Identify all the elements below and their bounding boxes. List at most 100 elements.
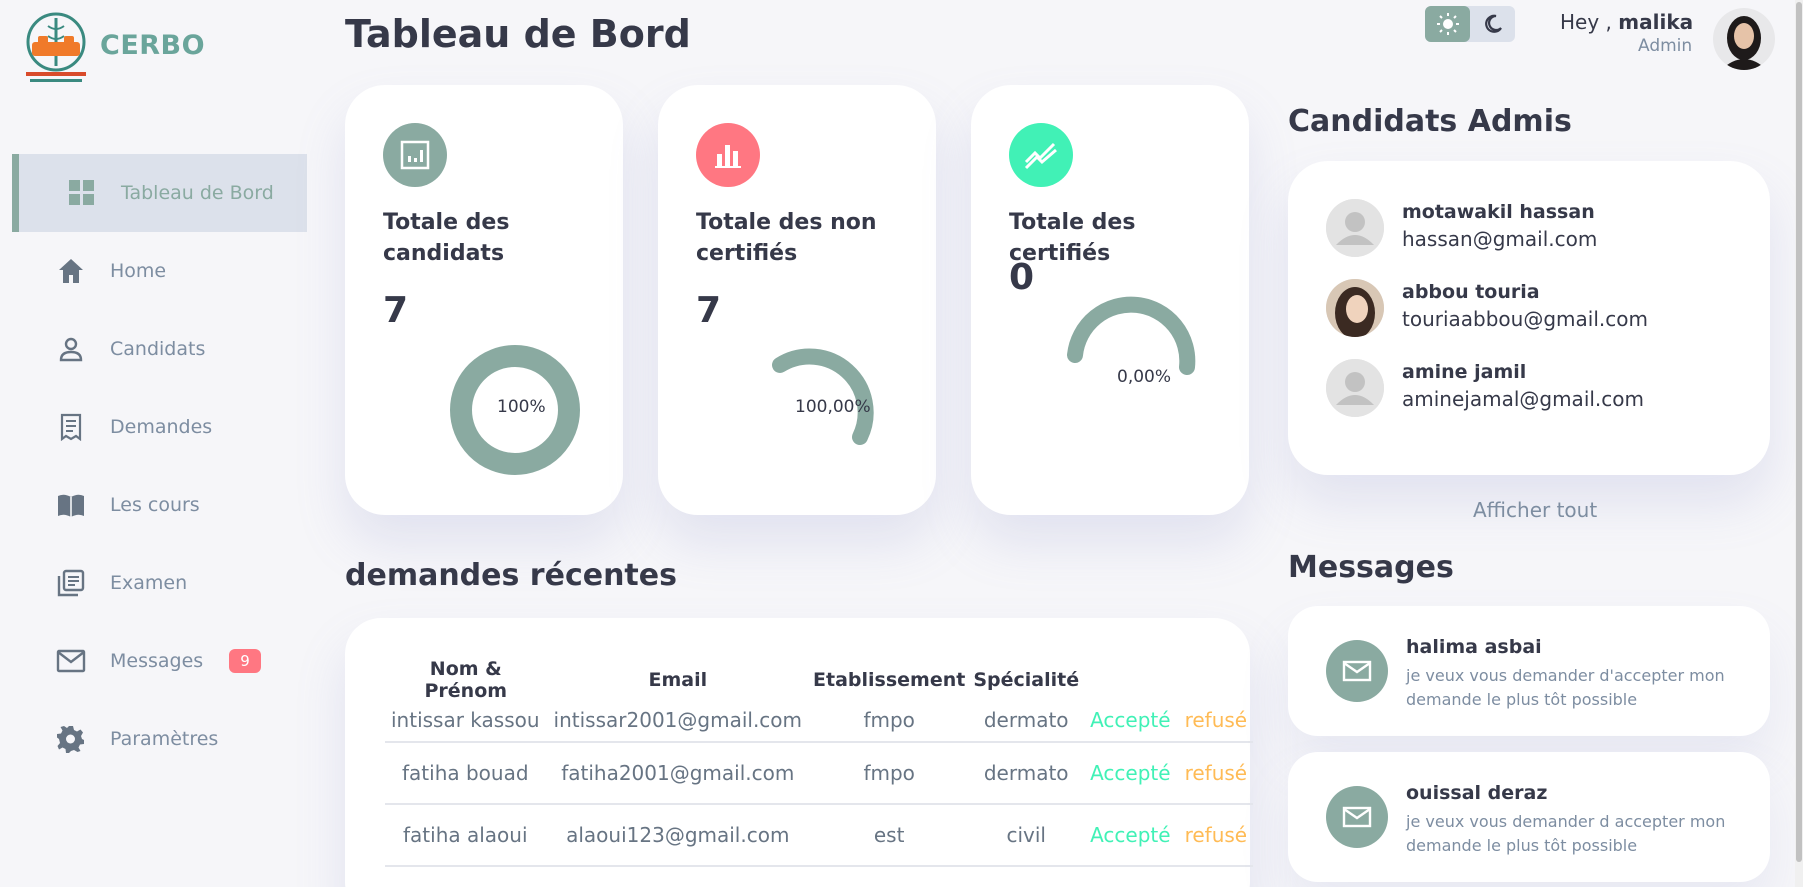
list-icon [56,568,86,598]
progress-label: 100,00% [795,397,871,417]
avatar [1326,359,1384,417]
progress-label: 0,00% [1117,367,1172,387]
column-header: Nom & Prénom [424,658,508,702]
stat-card-non-certifies: Totale des non certifiés 7 100,00% [658,85,936,515]
refuse-link[interactable]: refusé [1177,804,1254,867]
card-value: 0 [1009,257,1035,298]
list-item[interactable]: amine jamil aminejamal@gmail.com [1326,359,1746,419]
cell-specialite: dermato [969,742,1085,805]
candidate-email: aminejamal@gmail.com [1402,387,1645,411]
messages-count-badge: 9 [229,649,261,673]
dark-mode-icon[interactable] [1470,6,1515,42]
sidebar-item-les-cours[interactable]: Les cours [12,466,307,544]
receipt-icon [56,412,86,442]
refuse-link[interactable]: refusé [1177,702,1254,743]
greeting-text: Hey , [1560,10,1612,34]
accept-link[interactable]: Accepté [1083,742,1179,805]
stat-card-candidats: Totale des candidats 7 100% [345,85,623,515]
sidebar-item-home[interactable]: Home [12,232,307,310]
sidebar-item-candidats[interactable]: Candidats [12,310,307,388]
brand-name: CERBO [100,30,206,61]
home-icon [56,256,86,286]
analytics-icon [383,123,447,187]
progress-label: 100% [497,397,546,417]
column-header: Email [648,669,708,691]
user-name: malika [1618,10,1694,34]
sidebar-item-label: Examen [110,572,188,594]
scrollbar-thumb[interactable] [1796,2,1802,862]
message-preview: je veux vous demander d accepter mon dem… [1406,812,1726,855]
sidebar-item-demandes[interactable]: Demandes [12,388,307,466]
card-title: Totale des candidats [383,210,510,266]
message-item[interactable]: ouissal deraz je veux vous demander d ac… [1288,752,1770,882]
gear-icon [56,724,86,754]
sidebar-item-parametres[interactable]: Paramètres [12,700,307,778]
person-icon [56,334,86,364]
sidebar-item-label: Tableau de Bord [121,182,274,204]
card-title: Totale des non certifiés [696,210,877,266]
message-item[interactable]: halima asbai je veux vous demander d'acc… [1288,606,1770,736]
message-sender: ouissal deraz [1406,782,1548,804]
page-title: Tableau de Bord [345,12,691,56]
candidate-email: hassan@gmail.com [1402,227,1598,251]
table-row: fatiha alaoui alaoui123@gmail.com est ci… [385,804,1254,867]
recent-requests-card: Nom & Prénom Email Etablissement Spécial… [345,618,1254,887]
dashboard-icon [67,178,97,208]
trend-icon [1009,123,1073,187]
list-item[interactable]: abbou touria touriaabbou@gmail.com [1326,279,1746,339]
candidate-name: motawakil hassan [1402,201,1595,223]
sidebar-item-label: Paramètres [110,728,219,750]
mail-icon [1326,640,1388,702]
message-sender: halima asbai [1406,636,1542,658]
column-header: Etablissement [813,669,966,691]
message-preview: je veux vous demander d'accepter mon dem… [1406,666,1725,709]
logo[interactable] [14,8,98,90]
bar-chart-icon [696,123,760,187]
user-role: Admin [1638,36,1693,56]
recent-requests-table: Nom & Prénom Email Etablissement Spécial… [385,658,1254,867]
sidebar-item-tableau-de-bord[interactable]: Tableau de Bord [12,154,307,232]
cell-email: alaoui123@gmail.com [546,804,811,867]
cell-etablissement: est [809,804,971,867]
page-scrollbar[interactable] [1795,0,1803,887]
recent-requests-title: demandes récentes [345,558,677,593]
accept-link[interactable]: Accepté [1083,702,1179,743]
avatar [1326,199,1384,257]
sidebar-item-messages[interactable]: Messages 9 [12,622,307,700]
cell-email: intissar2001@gmail.com [546,702,811,743]
cell-name: fatiha alaoui [385,804,548,867]
card-value: 7 [696,290,722,331]
theme-toggle[interactable] [1425,6,1515,42]
book-icon [56,490,86,520]
cell-name: fatiha bouad [385,742,548,805]
card-title: Totale des certifiés [1009,210,1136,266]
university-logo-icon [26,12,86,82]
refuse-link[interactable]: refusé [1177,742,1254,805]
progress-ring [772,348,874,445]
admitted-candidates-title: Candidats Admis [1288,104,1572,139]
sidebar-item-label: Les cours [110,494,200,516]
light-mode-icon[interactable] [1425,6,1470,42]
cell-specialite: civil [969,804,1085,867]
show-all-link[interactable]: Afficher tout [1473,498,1597,522]
cell-etablissement: fmpo [809,742,971,805]
sidebar-nav: Tableau de Bord Home Candidats Demandes … [12,154,307,778]
sidebar: CERBO Tableau de Bord Home Candidats Dem… [0,0,320,887]
mail-icon [1326,786,1388,848]
top-bar: Hey , malika Admin [1403,6,1803,70]
messages-title: Messages [1288,550,1454,585]
greeting: Hey , malika [1560,10,1693,34]
list-item[interactable]: motawakil hassan hassan@gmail.com [1326,199,1746,259]
sidebar-item-label: Candidats [110,338,206,360]
candidate-name: abbou touria [1402,281,1540,303]
mail-icon [56,646,86,676]
sidebar-item-label: Messages [110,650,204,672]
admitted-candidates-card: motawakil hassan hassan@gmail.com abbou … [1288,161,1770,475]
sidebar-item-examen[interactable]: Examen [12,544,307,622]
accept-link[interactable]: Accepté [1083,804,1179,867]
profile-avatar[interactable] [1713,8,1775,70]
table-row: intissar kassou intissar2001@gmail.com f… [385,702,1254,743]
card-value: 7 [383,290,409,331]
cell-specialite: dermato [969,702,1085,743]
cell-etablissement: fmpo [809,702,971,743]
